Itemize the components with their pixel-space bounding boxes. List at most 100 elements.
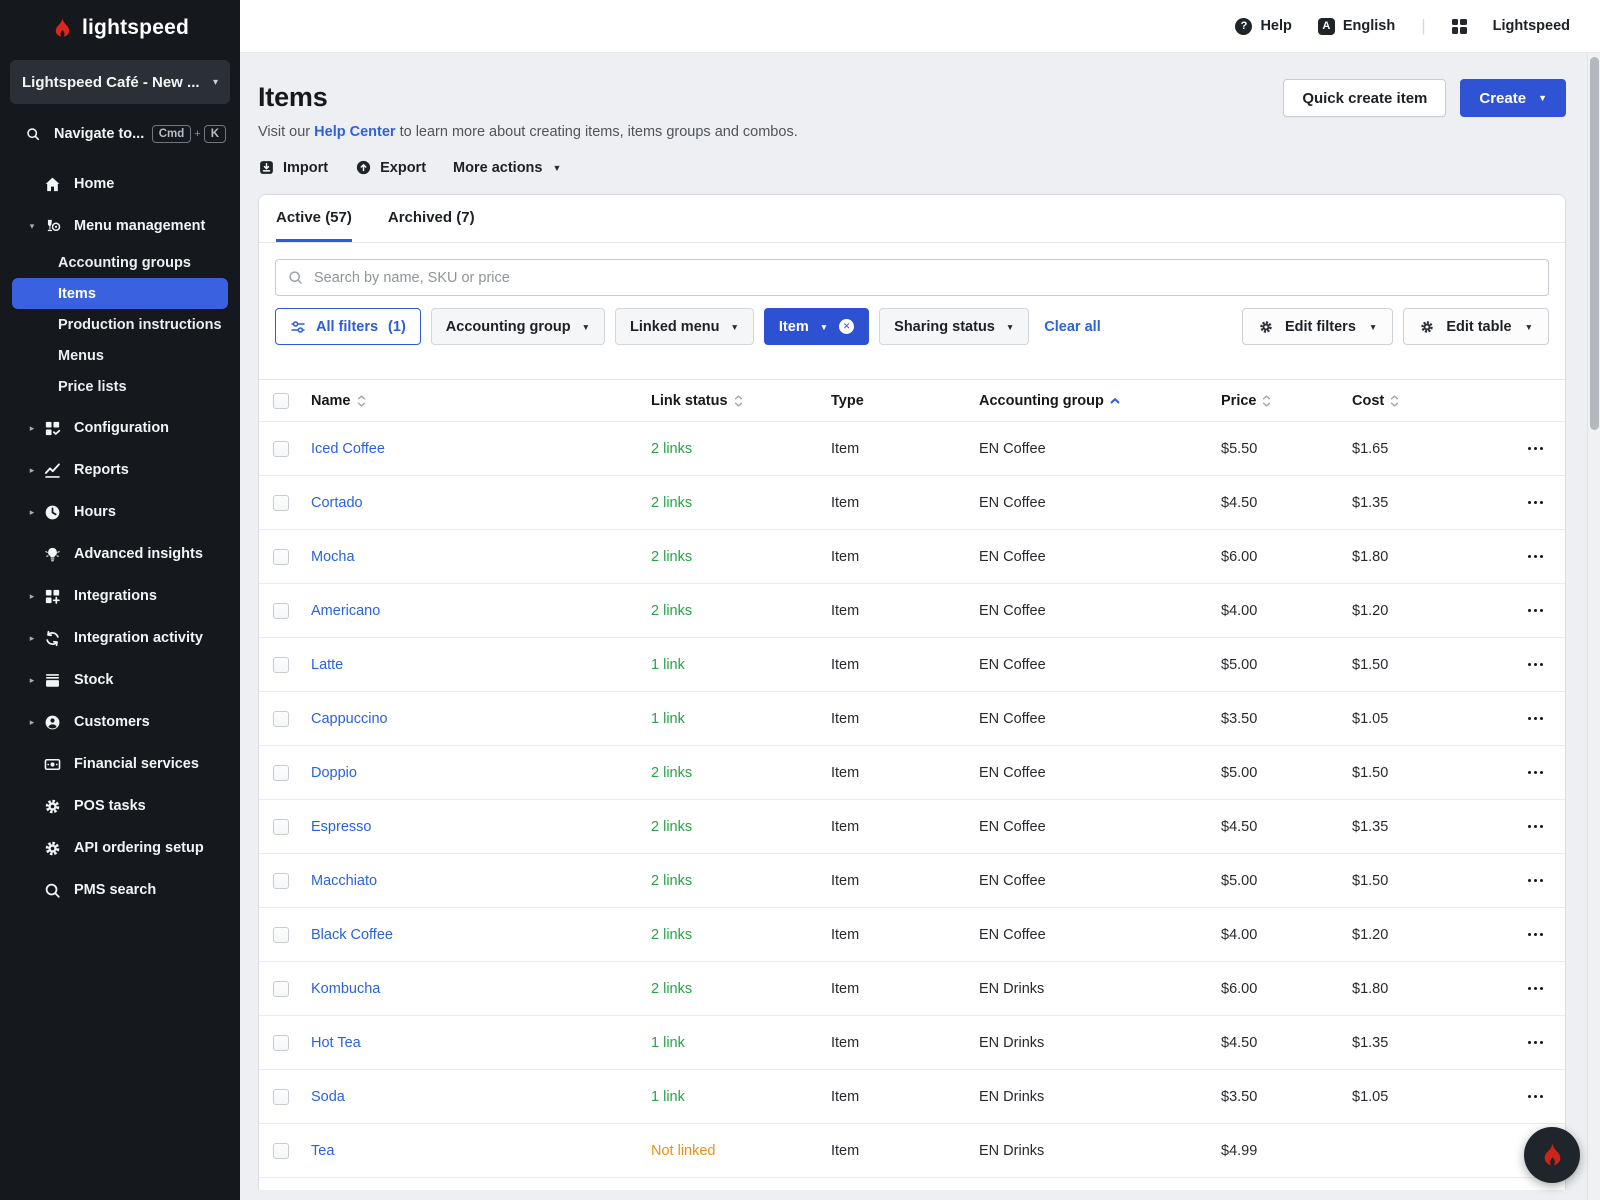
row-checkbox[interactable]: [273, 1143, 289, 1159]
item-type: Item: [831, 981, 979, 997]
edit-filters-button[interactable]: Edit filters ▼: [1242, 308, 1393, 345]
item-name-link[interactable]: Doppio: [311, 765, 357, 781]
apps-grid-icon[interactable]: [1452, 19, 1467, 34]
select-all-checkbox[interactable]: [273, 393, 289, 409]
edit-table-label: Edit table: [1446, 319, 1511, 335]
column-header-accounting-group[interactable]: Accounting group: [979, 393, 1221, 409]
row-actions-button[interactable]: [1526, 765, 1546, 781]
scrollbar-thumb[interactable]: [1590, 57, 1599, 430]
column-header-link-status[interactable]: Link status: [651, 393, 831, 409]
column-header-cost[interactable]: Cost: [1352, 393, 1482, 409]
item-name-link[interactable]: Latte: [311, 657, 343, 673]
help-menu[interactable]: ? Help: [1235, 18, 1291, 35]
sidebar-item-pos-tasks[interactable]: POS tasks: [0, 785, 240, 827]
item-name-link[interactable]: Tea: [311, 1143, 334, 1159]
row-checkbox[interactable]: [273, 603, 289, 619]
sidebar-item-api-ordering-setup[interactable]: API ordering setup: [0, 827, 240, 869]
row-actions-button[interactable]: [1526, 873, 1546, 889]
column-header-name[interactable]: Name: [311, 393, 651, 409]
tab-active-items[interactable]: Active (57): [276, 195, 352, 242]
row-actions-button[interactable]: [1526, 1089, 1546, 1105]
linked-menu-filter[interactable]: Linked menu ▼: [615, 308, 754, 345]
sidebar-item-financial-services[interactable]: Financial services: [0, 743, 240, 785]
language-menu[interactable]: A English: [1318, 18, 1395, 35]
item-name-link[interactable]: Espresso: [311, 819, 371, 835]
row-checkbox[interactable]: [273, 657, 289, 673]
sidebar-subitem-items[interactable]: Items: [12, 278, 228, 309]
item-type: Item: [831, 1143, 979, 1159]
item-name-link[interactable]: Cappuccino: [311, 711, 388, 727]
sidebar-subitem-menus[interactable]: Menus: [12, 340, 228, 371]
row-checkbox[interactable]: [273, 495, 289, 511]
item-name-link[interactable]: Black Coffee: [311, 927, 393, 943]
search-icon: [25, 126, 41, 142]
row-checkbox[interactable]: [273, 927, 289, 943]
more-actions-button[interactable]: More actions ▼: [453, 160, 561, 176]
search-input[interactable]: [275, 259, 1549, 296]
item-name-link[interactable]: Mocha: [311, 549, 355, 565]
row-actions-button[interactable]: [1526, 927, 1546, 943]
clear-all-filters-link[interactable]: Clear all: [1044, 319, 1100, 335]
sidebar-subitem-production-instructions[interactable]: Production instructions: [12, 309, 228, 340]
row-actions-button[interactable]: [1526, 549, 1546, 565]
sidebar-subitem-price-lists[interactable]: Price lists: [12, 371, 228, 402]
item-price: $3.50: [1221, 1089, 1352, 1105]
import-button[interactable]: Import: [258, 159, 328, 176]
column-header-price[interactable]: Price: [1221, 393, 1352, 409]
row-checkbox[interactable]: [273, 819, 289, 835]
sharing-status-filter[interactable]: Sharing status ▼: [879, 308, 1029, 345]
vertical-scrollbar[interactable]: [1587, 53, 1600, 1200]
sidebar-item-integration-activity[interactable]: ▸Integration activity: [0, 617, 240, 659]
item-name-link[interactable]: Hot Tea: [311, 1035, 361, 1051]
lightspeed-assistant-fab[interactable]: [1524, 1127, 1580, 1183]
quick-create-item-button[interactable]: Quick create item: [1283, 79, 1446, 117]
accounting-group-filter[interactable]: Accounting group ▼: [431, 308, 605, 345]
all-filters-button[interactable]: All filters (1): [275, 308, 421, 345]
location-selector[interactable]: Lightspeed Café - New ... ▾: [10, 60, 230, 104]
create-button[interactable]: Create ▼: [1460, 79, 1566, 117]
sidebar-item-configuration[interactable]: ▸Configuration: [0, 407, 240, 449]
row-actions-button[interactable]: [1526, 819, 1546, 835]
row-checkbox[interactable]: [273, 765, 289, 781]
tab-archived-items[interactable]: Archived (7): [388, 195, 475, 242]
remove-filter-icon[interactable]: ✕: [839, 319, 854, 334]
row-checkbox[interactable]: [273, 1089, 289, 1105]
sidebar-item-integrations[interactable]: ▸Integrations: [0, 575, 240, 617]
edit-table-button[interactable]: Edit table ▼: [1403, 308, 1549, 345]
account-menu[interactable]: Lightspeed: [1493, 18, 1570, 34]
item-name-link[interactable]: Kombucha: [311, 981, 380, 997]
item-name-link[interactable]: Cortado: [311, 495, 363, 511]
row-actions-button[interactable]: [1526, 981, 1546, 997]
sidebar-item-hours[interactable]: ▸Hours: [0, 491, 240, 533]
language-label: English: [1343, 18, 1395, 34]
row-checkbox[interactable]: [273, 549, 289, 565]
row-actions-button[interactable]: [1526, 711, 1546, 727]
sidebar-item-home[interactable]: Home: [0, 163, 240, 205]
sidebar-item-reports[interactable]: ▸Reports: [0, 449, 240, 491]
row-actions-button[interactable]: [1526, 1035, 1546, 1051]
sidebar-item-pms-search[interactable]: PMS search: [0, 869, 240, 911]
help-center-link[interactable]: Help Center: [314, 124, 395, 140]
row-checkbox[interactable]: [273, 873, 289, 889]
row-checkbox[interactable]: [273, 711, 289, 727]
navigate-to[interactable]: Navigate to... Cmd + K: [0, 117, 240, 151]
row-checkbox[interactable]: [273, 441, 289, 457]
export-button[interactable]: Export: [355, 159, 426, 176]
item-name-link[interactable]: Soda: [311, 1089, 345, 1105]
row-checkbox[interactable]: [273, 1035, 289, 1051]
row-actions-button[interactable]: [1526, 441, 1546, 457]
item-name-link[interactable]: Macchiato: [311, 873, 377, 889]
row-checkbox[interactable]: [273, 981, 289, 997]
row-actions-button[interactable]: [1526, 657, 1546, 673]
sidebar-subitem-accounting-groups[interactable]: Accounting groups: [12, 247, 228, 278]
item-name-link[interactable]: Americano: [311, 603, 380, 619]
sidebar-item-customers[interactable]: ▸Customers: [0, 701, 240, 743]
sidebar-item-stock[interactable]: ▸Stock: [0, 659, 240, 701]
item-name-link[interactable]: Iced Coffee: [311, 441, 385, 457]
row-actions-button[interactable]: [1526, 495, 1546, 511]
row-actions-button[interactable]: [1526, 603, 1546, 619]
item-type-filter-active[interactable]: Item ▼ ✕: [764, 308, 869, 345]
sidebar-item-menu-management[interactable]: ▾Menu management: [0, 205, 240, 247]
sidebar-item-advanced-insights[interactable]: Advanced insights: [0, 533, 240, 575]
main-content: Items Visit our Help Center to learn mor…: [240, 53, 1600, 1190]
